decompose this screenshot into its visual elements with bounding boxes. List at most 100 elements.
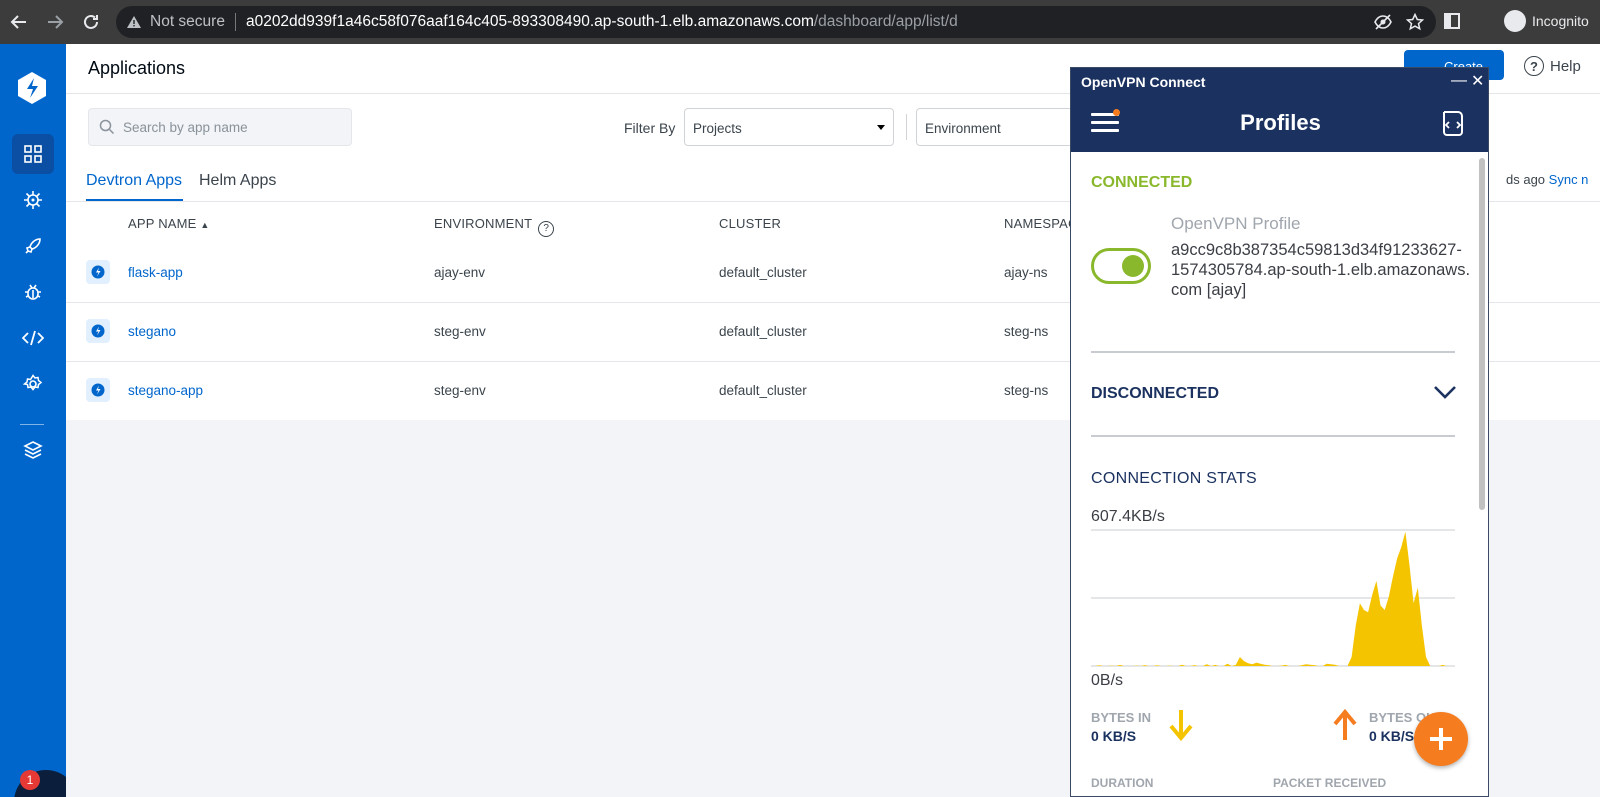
import-profile-icon[interactable] [1439, 109, 1467, 137]
omnibox-divider [234, 13, 236, 31]
help-question-icon: ? [1524, 56, 1544, 76]
column-environment-label: ENVIRONMENT [434, 216, 533, 231]
openvpn-header: Profiles [1071, 94, 1488, 152]
arrow-down-icon [1169, 710, 1193, 742]
filter-by-label: Filter By [624, 120, 676, 136]
app-icon [86, 319, 110, 343]
app-environment: ajay-env [434, 265, 486, 280]
sync-status: ds ago Sync n [1506, 172, 1588, 187]
tab-devtron-apps[interactable]: Devtron Apps [86, 172, 182, 190]
connection-graph [1091, 529, 1455, 667]
sync-now-link[interactable]: Sync n [1549, 172, 1589, 187]
sidebar-item-code[interactable] [12, 318, 54, 358]
warning-icon [127, 16, 141, 28]
column-app-name-label: APP NAME [128, 216, 197, 231]
chevron-down-icon [877, 125, 885, 130]
divider [1091, 435, 1455, 437]
scrollbar[interactable] [1479, 158, 1485, 510]
layers-icon [23, 441, 43, 459]
helm-wheel-icon [24, 191, 42, 209]
devtron-logo-icon[interactable] [14, 70, 50, 106]
sidebar-divider [20, 424, 44, 425]
tab-helm-apps[interactable]: Helm Apps [199, 172, 276, 190]
bytes-in-label: BYTES IN [1091, 710, 1151, 725]
add-profile-button[interactable] [1414, 712, 1468, 766]
sidebar-item-security[interactable] [12, 272, 54, 312]
gear-icon [23, 374, 43, 391]
security-label: Not secure [150, 13, 225, 30]
minimize-icon[interactable]: — [1451, 72, 1467, 90]
search-icon [99, 119, 115, 135]
app-namespace: ajay-ns [1004, 265, 1048, 280]
graph-min-label: 0B/s [1091, 672, 1124, 689]
environment-filter-value: Environment [925, 121, 1001, 136]
openvpn-window-title: OpenVPN Connect [1081, 74, 1206, 90]
chat-notification-badge: 1 [20, 770, 40, 790]
app-name-link[interactable]: stegano [128, 324, 176, 339]
sidebar-item-global-config[interactable] [12, 364, 54, 404]
reload-icon [84, 14, 98, 29]
filter-divider [906, 114, 907, 140]
bug-icon [25, 284, 41, 300]
sidebar-item-chart-store[interactable] [12, 180, 54, 220]
back-button[interactable] [2, 5, 36, 39]
app-environment: steg-env [434, 324, 486, 339]
side-panel-icon[interactable] [1444, 13, 1460, 29]
app-namespace: steg-ns [1004, 324, 1049, 339]
incognito-label: Incognito [1532, 13, 1589, 29]
reload-button[interactable] [74, 5, 108, 39]
chevron-down-icon[interactable] [1433, 384, 1457, 400]
duration-label: DURATION [1091, 776, 1154, 790]
rocket-icon [25, 238, 41, 254]
packet-received-label: PACKET RECEIVED [1273, 776, 1387, 790]
openvpn-body: CONNECTED OpenVPN Profile a9cc9c8b387354… [1071, 152, 1488, 796]
openvpn-titlebar[interactable]: OpenVPN Connect [1071, 68, 1488, 94]
disconnected-section-label[interactable]: DISCONNECTED [1091, 385, 1219, 403]
app-name-link[interactable]: flask-app [128, 265, 183, 280]
sidebar-item-deployment[interactable] [12, 226, 54, 266]
search-input[interactable] [123, 119, 343, 135]
traffic-area-series [1091, 531, 1455, 666]
forward-arrow-icon [48, 15, 64, 29]
projects-filter[interactable]: Projects [684, 108, 894, 146]
column-environment: ENVIRONMENT? [434, 216, 555, 237]
app-environment: steg-env [434, 383, 486, 398]
plus-icon [1430, 728, 1452, 750]
graph-max-label: 607.4KB/s [1091, 508, 1165, 525]
connected-status: CONNECTED [1091, 174, 1193, 191]
sidebar-item-applications[interactable] [12, 134, 54, 174]
app-cluster: default_cluster [719, 383, 807, 398]
close-icon[interactable]: ✕ [1471, 71, 1484, 91]
app-search-box[interactable] [88, 108, 352, 146]
active-tab-indicator [86, 199, 183, 201]
help-button[interactable]: ? Help [1524, 56, 1581, 76]
page-title: Applications [88, 58, 186, 78]
profile-name: OpenVPN Profile [1171, 214, 1301, 233]
last-synced-text: ds ago [1506, 172, 1546, 187]
connection-stats-title: CONNECTION STATS [1091, 470, 1257, 487]
environment-help-icon[interactable]: ? [538, 221, 555, 237]
app-cluster: default_cluster [719, 265, 807, 280]
bytes-out-value: 0 KB/S [1369, 728, 1415, 744]
bookmark-star-icon[interactable] [1406, 13, 1424, 31]
divider [1091, 351, 1455, 353]
column-app-name[interactable]: APP NAME ▲ [128, 216, 209, 231]
sidebar [0, 44, 66, 797]
app-icon [86, 378, 110, 402]
help-label: Help [1550, 57, 1581, 75]
projects-filter-value: Projects [693, 121, 742, 136]
profiles-title: Profiles [1240, 110, 1321, 135]
sidebar-item-stack-manager[interactable] [12, 430, 54, 470]
grid-icon [24, 145, 42, 163]
incognito-profile[interactable]: Incognito [1504, 10, 1589, 32]
forward-button[interactable] [38, 5, 72, 39]
app-name-link[interactable]: stegano-app [128, 383, 203, 398]
eye-off-icon[interactable] [1374, 13, 1392, 31]
sort-asc-icon: ▲ [200, 220, 210, 230]
openvpn-window: OpenVPN Connect — ✕ Profiles CONNECTED O… [1070, 67, 1489, 797]
app-icon [86, 260, 110, 284]
connection-toggle[interactable] [1091, 248, 1151, 284]
browser-toolbar: Not secure a0202dd939f1a46c58f076aaf164c… [0, 0, 1600, 44]
address-bar[interactable]: Not secure a0202dd939f1a46c58f076aaf164c… [116, 6, 1436, 38]
column-cluster: CLUSTER [719, 216, 782, 231]
